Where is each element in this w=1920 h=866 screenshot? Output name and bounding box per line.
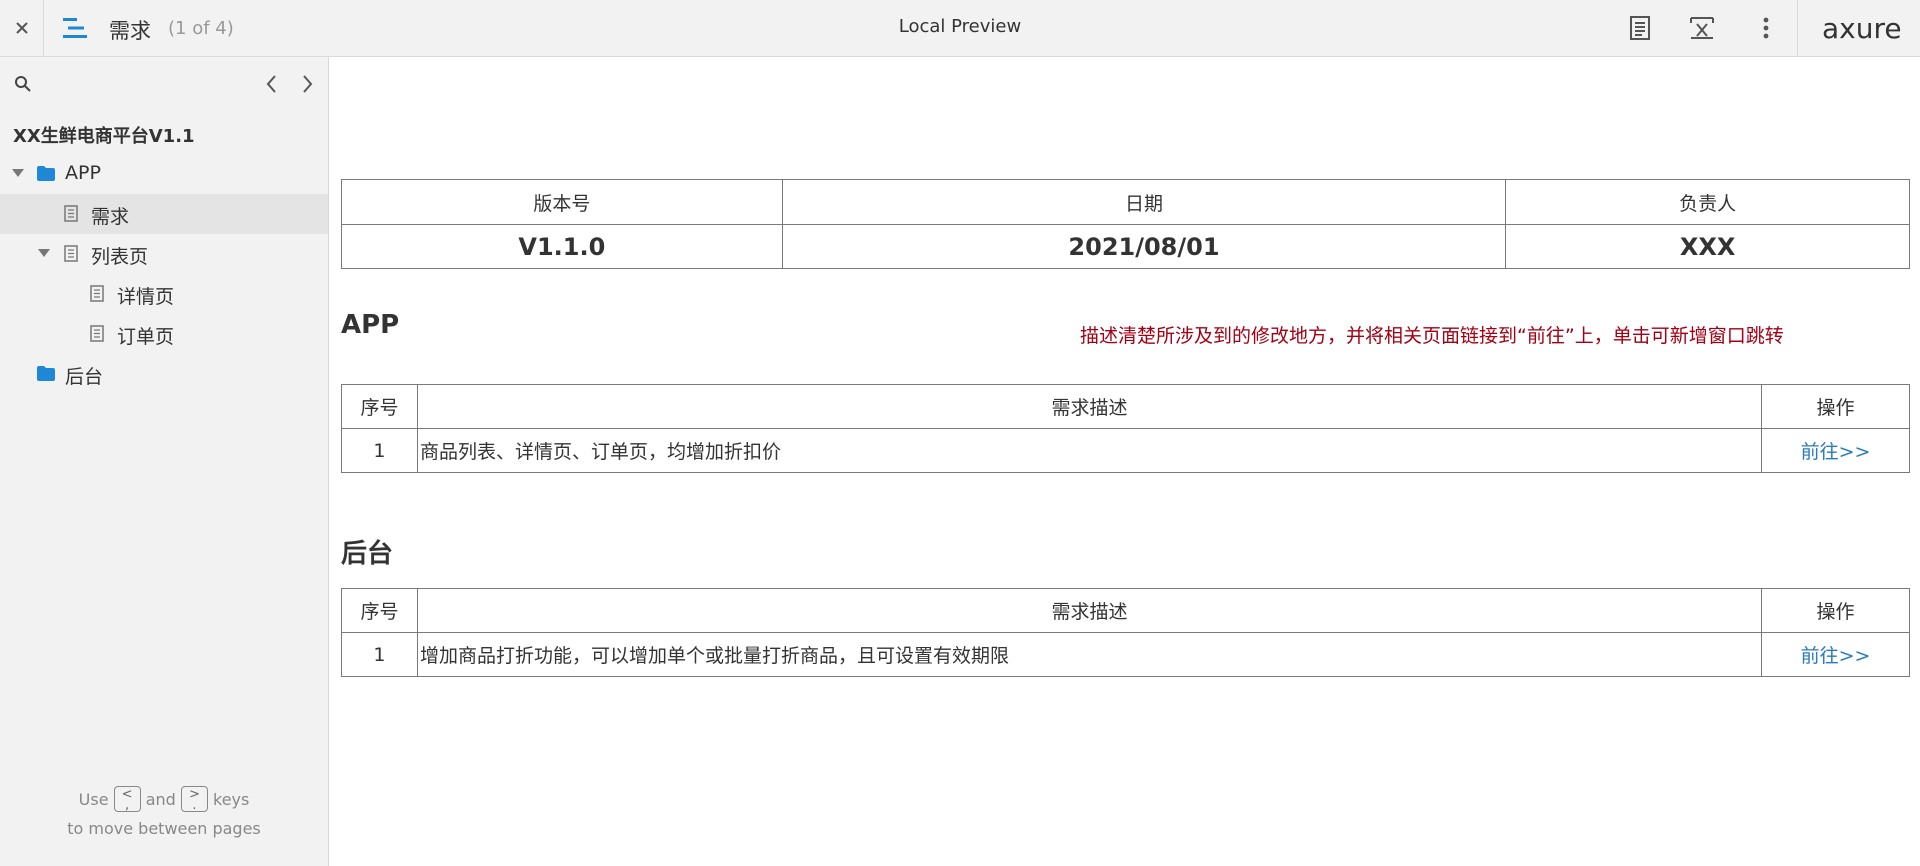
section-title-admin: 后台 <box>341 539 394 569</box>
expand-arrow-icon[interactable] <box>38 249 50 257</box>
search-icon[interactable] <box>14 75 32 93</box>
tree-item-label: 需求 <box>91 206 130 228</box>
row-description: 增加商品打折功能，可以增加单个或批量打折商品，且可设置有效期限 <box>416 632 1763 677</box>
row-action-cell: 前往>> <box>1761 428 1910 473</box>
close-icon[interactable] <box>0 0 44 56</box>
page-canvas: 版本号 日期 负责人 V1.1.0 2021/08/01 XXX APP 描述清… <box>330 57 1920 866</box>
version-table: 版本号 日期 负责人 V1.1.0 2021/08/01 XXX <box>341 179 1910 269</box>
desc-header: 需求描述 <box>416 588 1763 633</box>
section-title-app: APP <box>341 310 400 340</box>
tree-item-label: 订单页 <box>117 326 175 348</box>
date-header: 日期 <box>781 179 1507 225</box>
top-toolbar: 需求 (1 of 4) Local Preview axure <box>0 0 1920 57</box>
project-name: XX生鲜电商平台V1.1 <box>13 126 195 147</box>
date-value: 2021/08/01 <box>781 224 1507 269</box>
hint-text: and <box>145 790 176 809</box>
tree-item-label: 详情页 <box>117 286 175 308</box>
table-row: 1 增加商品打折功能，可以增加单个或批量打折商品，且可设置有效期限 前往>> <box>341 632 1910 677</box>
previous-page-icon[interactable] <box>262 73 282 95</box>
tree-item-label: APP <box>65 162 101 184</box>
notes-icon[interactable] <box>1626 14 1654 42</box>
page-icon <box>64 205 78 222</box>
row-number: 1 <box>341 428 418 473</box>
app-requirements-table: 序号 需求描述 操作 1 商品列表、详情页、订单页，均增加折扣价 前往>> <box>341 384 1910 473</box>
owner-header: 负责人 <box>1505 179 1910 225</box>
sitemap-menu-icon[interactable] <box>63 17 89 39</box>
tree-item-admin-folder[interactable]: 后台 <box>0 354 328 394</box>
row-number: 1 <box>341 632 418 677</box>
more-icon[interactable] <box>1752 14 1780 42</box>
toolbar-divider <box>1797 0 1798 56</box>
tree-item-detail-page[interactable]: 详情页 <box>0 274 328 314</box>
row-description: 商品列表、详情页、订单页，均增加折扣价 <box>416 428 1763 473</box>
expand-arrow-icon[interactable] <box>12 169 24 177</box>
keyboard-hint: Use <, and >. keys to move between pages <box>0 785 328 843</box>
hint-text: to move between pages <box>67 819 261 838</box>
next-page-icon[interactable] <box>297 73 317 95</box>
folder-icon <box>37 366 55 381</box>
tree-item-requirements[interactable]: 需求 <box>0 194 328 234</box>
current-page-name: 需求 <box>109 19 151 43</box>
folder-icon <box>37 166 55 181</box>
axure-logo: axure <box>1822 12 1902 45</box>
tree-item-list-page[interactable]: 列表页 <box>0 234 328 274</box>
tree-item-order-page[interactable]: 订单页 <box>0 314 328 354</box>
no-header: 序号 <box>341 384 418 429</box>
action-header: 操作 <box>1761 384 1910 429</box>
version-value: V1.1.0 <box>341 224 783 269</box>
page-icon <box>64 245 78 262</box>
next-key-icon: >. <box>180 786 208 812</box>
hint-text: keys <box>213 790 250 809</box>
sitemap-sidebar: XX生鲜电商平台V1.1 APP 需求 列表页 详情页 订单页 后台 Use <… <box>0 57 329 866</box>
owner-value: XXX <box>1505 224 1910 269</box>
goto-link[interactable]: 前往>> <box>1801 645 1871 667</box>
tree-item-label: 后台 <box>65 366 104 388</box>
variables-icon[interactable] <box>1688 14 1716 42</box>
page-icon <box>90 285 104 302</box>
tree-item-label: 列表页 <box>91 246 149 268</box>
tree-item-app-folder[interactable]: APP <box>0 154 328 194</box>
goto-link[interactable]: 前往>> <box>1801 441 1871 463</box>
version-header: 版本号 <box>341 179 783 225</box>
page-count: (1 of 4) <box>168 18 234 39</box>
page-icon <box>90 325 104 342</box>
table-row: 1 商品列表、详情页、订单页，均增加折扣价 前往>> <box>341 428 1910 473</box>
action-header: 操作 <box>1761 588 1910 633</box>
no-header: 序号 <box>341 588 418 633</box>
prev-key-icon: <, <box>113 786 141 812</box>
row-action-cell: 前往>> <box>1761 632 1910 677</box>
admin-requirements-table: 序号 需求描述 操作 1 增加商品打折功能，可以增加单个或批量打折商品，且可设置… <box>341 588 1910 677</box>
hint-text: Use <box>78 790 109 809</box>
instruction-note: 描述清楚所涉及到的修改地方，并将相关页面链接到“前往”上，单击可新增窗口跳转 <box>1080 325 1784 347</box>
desc-header: 需求描述 <box>416 384 1763 429</box>
